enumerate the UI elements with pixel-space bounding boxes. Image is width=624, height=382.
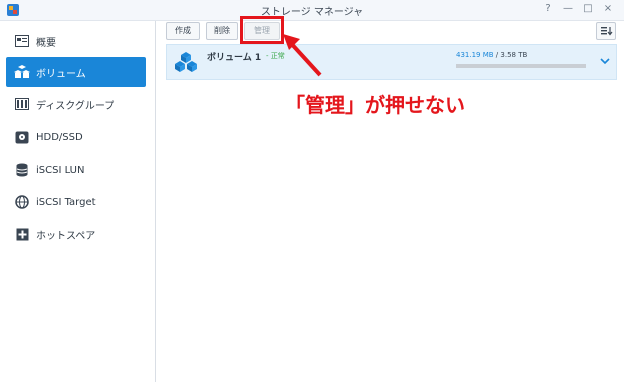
maximize-button[interactable]: □ <box>581 2 595 16</box>
title-bar: ストレージ マネージャ ? — □ × <box>0 0 624 21</box>
annotation-arrow-icon <box>283 34 322 77</box>
iscsi-lun-icon <box>14 162 30 178</box>
hdd-icon <box>14 129 30 145</box>
hot-spare-icon <box>14 226 30 242</box>
annotation-highlight-box <box>240 16 284 44</box>
sort-icon <box>601 27 613 36</box>
sidebar: 概要 ボリューム ディスクグループ HDD/SSD iSCSI LUN iSCS… <box>0 21 156 382</box>
help-button[interactable]: ? <box>541 2 555 16</box>
minimize-button[interactable]: — <box>561 2 575 16</box>
sidebar-item-label: iSCSI Target <box>36 196 96 208</box>
sidebar-item-hdd-ssd[interactable]: HDD/SSD <box>6 122 146 152</box>
volume-icon <box>175 52 197 72</box>
sidebar-item-iscsi-target[interactable]: iSCSI Target <box>6 187 146 217</box>
sidebar-item-overview[interactable]: 概要 <box>6 26 146 56</box>
close-button[interactable]: × <box>601 2 615 16</box>
sidebar-item-volume[interactable]: ボリューム <box>6 57 146 87</box>
sort-button[interactable] <box>596 22 616 40</box>
sidebar-item-label: 概要 <box>36 37 56 49</box>
chevron-down-icon[interactable] <box>599 55 611 67</box>
sidebar-item-iscsi-lun[interactable]: iSCSI LUN <box>6 155 146 185</box>
volume-list-item[interactable]: ボリューム 1 - 正常 431.19 MB / 3.58 TB <box>166 44 617 80</box>
volume-total: 3.58 TB <box>500 51 528 59</box>
sidebar-item-label: HDD/SSD <box>36 131 83 143</box>
iscsi-target-icon <box>14 194 30 210</box>
volume-usage-separator: / <box>495 51 499 59</box>
volume-name: ボリューム 1 <box>207 53 262 63</box>
volume-usage: 431.19 MB / 3.58 TB <box>456 51 527 59</box>
sidebar-item-label: ディスクグループ <box>36 100 115 112</box>
sidebar-item-disk-group[interactable]: ディスクグループ <box>6 89 146 119</box>
overview-icon <box>14 33 30 49</box>
create-button[interactable]: 作成 <box>166 22 200 40</box>
volume-icon <box>14 64 30 80</box>
volume-used: 431.19 MB <box>456 51 494 59</box>
delete-button[interactable]: 削除 <box>206 22 238 40</box>
volume-usage-bar <box>456 64 586 68</box>
sidebar-item-hot-spare[interactable]: ホットスペア <box>6 219 146 249</box>
window-title: ストレージ マネージャ <box>260 7 364 18</box>
annotation-text: 「管理」が押せない <box>285 93 465 117</box>
disk-group-icon <box>14 96 30 112</box>
sidebar-item-label: ホットスペア <box>36 230 96 242</box>
sidebar-item-label: ボリューム <box>36 68 86 80</box>
sidebar-item-label: iSCSI LUN <box>36 164 85 176</box>
